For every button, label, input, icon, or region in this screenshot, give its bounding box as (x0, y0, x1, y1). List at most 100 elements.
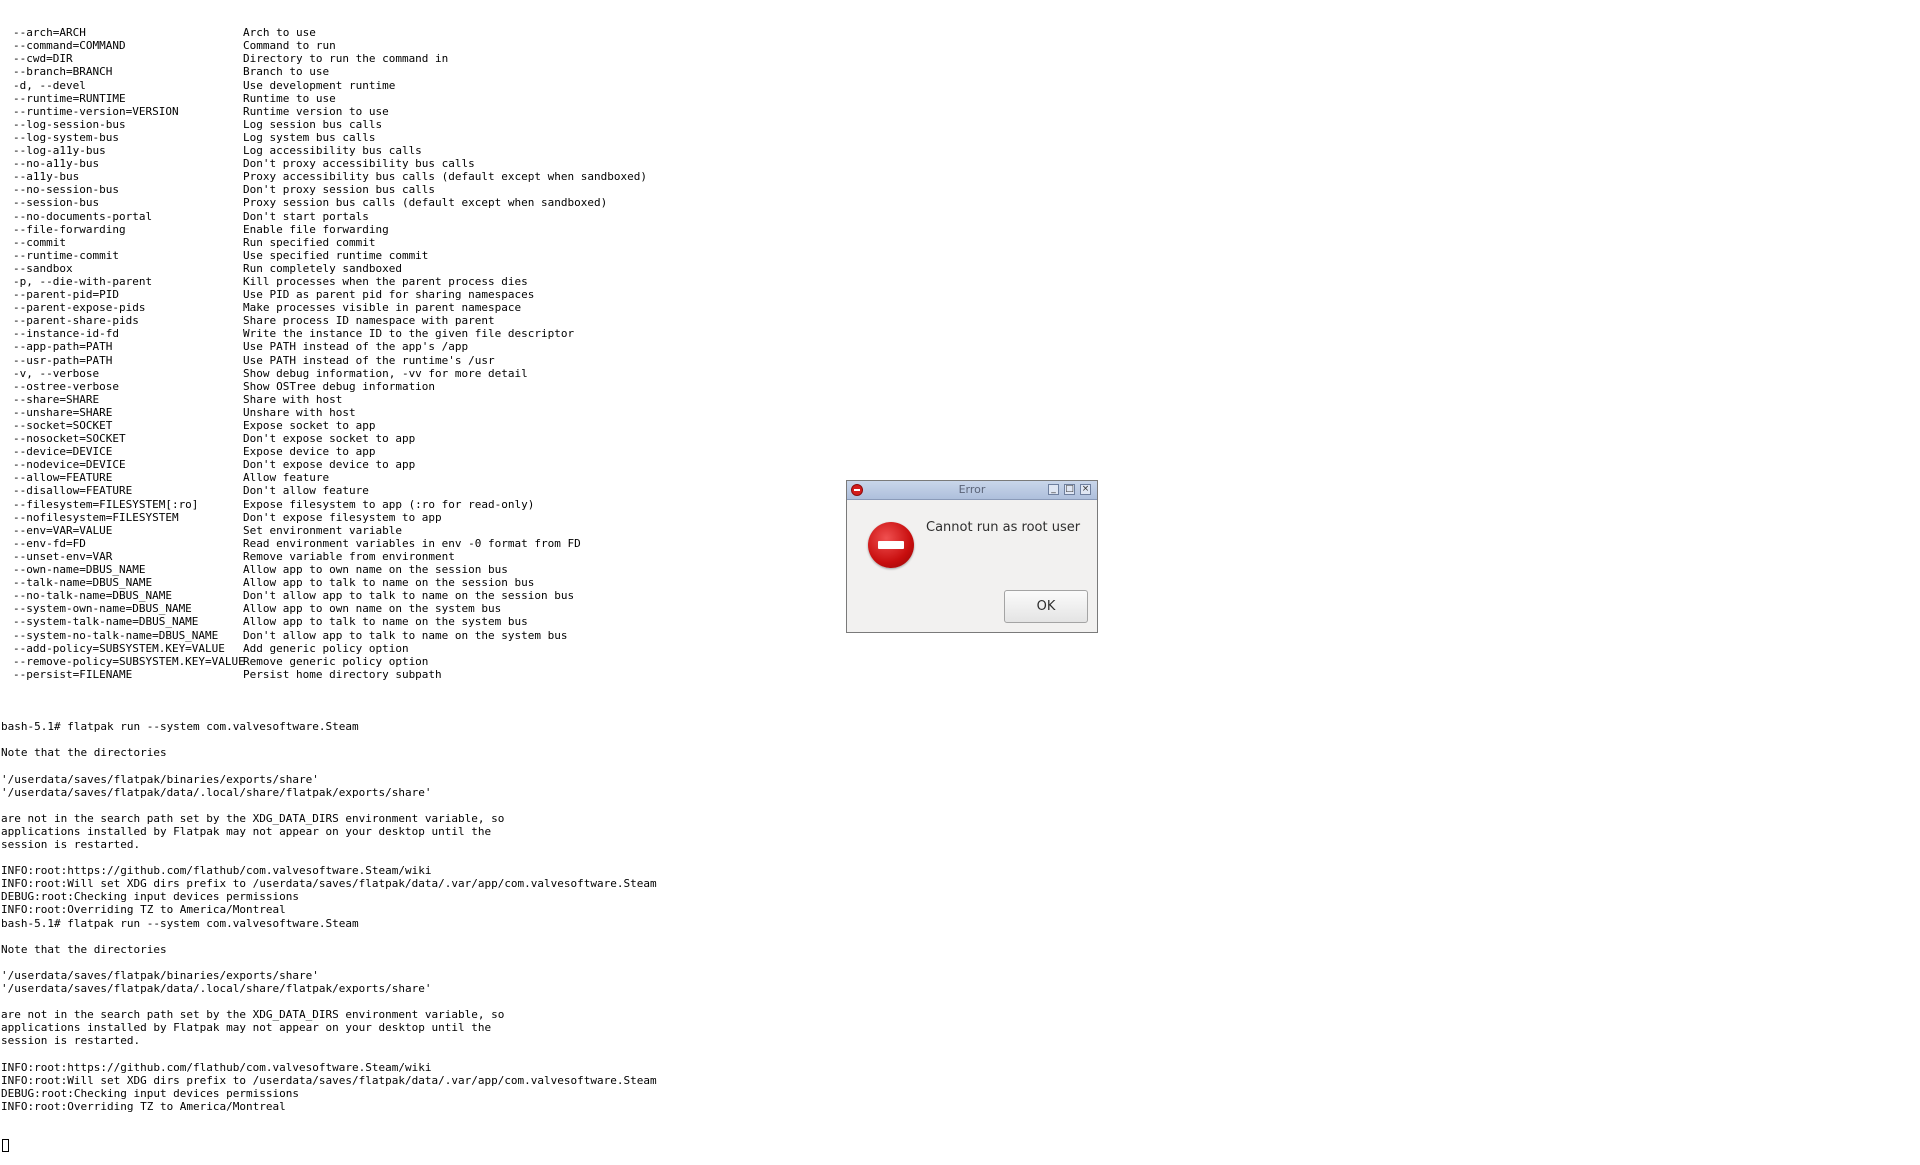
option-row: -v, --verbose Show debug information, -vv… (0, 367, 1920, 380)
option-description: Make processes visible in parent namespa… (243, 301, 522, 315)
output-line: INFO:root:https://github.com/flathub/com… (1, 864, 432, 878)
option-row: --no-a11y-bus Don't proxy accessibility b… (0, 157, 1920, 170)
option-flag: --no-session-bus (13, 183, 119, 197)
option-description: Persist home directory subpath (243, 667, 442, 681)
option-row: --nodevice=DEVICE Don't expose device to … (0, 458, 1920, 471)
option-row: --runtime-version=VERSION Runtime version… (0, 105, 1920, 118)
option-flag: --arch=ARCH (13, 26, 86, 40)
terminal-output: bash-5.1# flatpak run --system com.valve… (0, 707, 1920, 1113)
option-row: --persist=FILENAME Persist home directory… (0, 668, 1920, 681)
option-flag: --env=VAR=VALUE (13, 523, 113, 537)
option-flag: --cwd=DIR (13, 52, 73, 66)
option-description: Expose filesystem to app (:ro for read-o… (243, 497, 535, 511)
option-flag: --no-documents-portal (13, 209, 153, 223)
option-description: Proxy session bus calls (default except … (243, 196, 608, 210)
option-flag: --runtime-version=VERSION (13, 104, 179, 118)
output-line: INFO:root:Will set XDG dirs prefix to /u… (1, 877, 657, 891)
option-row: --a11y-bus Proxy accessibility bus calls … (0, 170, 1920, 183)
option-row: --app-path=PATH Use PATH instead of the a… (0, 340, 1920, 353)
option-flag: --share=SHARE (13, 392, 100, 406)
option-description: Log system bus calls (243, 130, 376, 144)
output-line: are not in the search path set by the XD… (1, 811, 505, 825)
option-description: Run specified commit (243, 235, 376, 249)
option-row: --session-bus Proxy session bus calls (de… (0, 196, 1920, 209)
option-description: Use development runtime (243, 78, 396, 92)
option-description: Use specified runtime commit (243, 248, 429, 262)
option-row: --commit Run specified commit (0, 236, 1920, 249)
option-flag: --unshare=SHARE (13, 405, 113, 419)
option-flag: --system-talk-name=DBUS_NAME (13, 615, 199, 629)
output-line: are not in the search path set by the XD… (1, 1008, 505, 1022)
option-description: Use PATH instead of the app's /app (243, 340, 469, 354)
option-flag: --command=COMMAND (13, 39, 126, 53)
option-description: Don't expose socket to app (243, 432, 416, 446)
option-row: --parent-expose-pids Make processes visib… (0, 301, 1920, 314)
option-description: Log accessibility bus calls (243, 144, 422, 158)
option-row: --no-session-bus Don't proxy session bus … (0, 183, 1920, 196)
option-flag: --log-session-bus (13, 117, 126, 131)
output-line: bash-5.1# flatpak run --system com.valve… (1, 916, 359, 930)
option-description: Proxy accessibility bus calls (default e… (243, 170, 647, 184)
option-row: --parent-share-pids Share process ID name… (0, 314, 1920, 327)
minimize-button[interactable]: _ (1048, 484, 1059, 495)
option-description: Set environment variable (243, 523, 402, 537)
option-description: Don't expose device to app (243, 458, 416, 472)
option-flag: --commit (13, 235, 66, 249)
option-flag: --nosocket=SOCKET (13, 432, 126, 446)
option-description: Don't start portals (243, 209, 369, 223)
option-description: Allow app to talk to name on the session… (243, 576, 535, 590)
option-description: Directory to run the command in (243, 52, 449, 66)
output-line: session is restarted. (1, 1034, 141, 1048)
option-flag: --sandbox (13, 261, 73, 275)
option-flag: --log-system-bus (13, 130, 119, 144)
option-row: --unshare=SHARE Unshare with host (0, 406, 1920, 419)
option-flag: --usr-path=PATH (13, 353, 113, 367)
dialog-titlebar[interactable]: Error _ □ × (847, 481, 1097, 500)
option-flag: --persist=FILENAME (13, 667, 133, 681)
output-line: applications installed by Flatpak may no… (1, 1021, 492, 1035)
option-row: --log-session-bus Log session bus calls (0, 118, 1920, 131)
option-flag: --allow=FEATURE (13, 471, 113, 485)
option-flag: --own-name=DBUS_NAME (13, 563, 146, 577)
option-description: Don't allow app to talk to name on the s… (243, 628, 568, 642)
terminal-cursor (2, 1139, 9, 1153)
option-description: Show OSTree debug information (243, 379, 436, 393)
option-row: --log-a11y-bus Log accessibility bus call… (0, 144, 1920, 157)
output-line: INFO:root:Overriding TZ to America/Montr… (1, 1099, 286, 1113)
option-description: Show debug information, -vv for more det… (243, 366, 528, 380)
ok-button[interactable]: OK (1004, 590, 1088, 623)
maximize-button[interactable]: □ (1064, 484, 1075, 495)
option-row: --cwd=DIR Directory to run the command in (0, 52, 1920, 65)
option-row: --runtime=RUNTIME Runtime to use (0, 92, 1920, 105)
option-row: --device=DEVICE Expose device to app (0, 445, 1920, 458)
option-row: --ostree-verbose Show OSTree debug inform… (0, 380, 1920, 393)
option-description: Share process ID namespace with parent (243, 314, 495, 328)
option-description: Use PATH instead of the runtime's /usr (243, 353, 495, 367)
option-flag: -p, --die-with-parent (13, 274, 153, 288)
option-flag: --app-path=PATH (13, 340, 113, 354)
option-row: --command=COMMAND Command to run (0, 39, 1920, 52)
option-description: Remove generic policy option (243, 654, 429, 668)
option-description: Runtime to use (243, 91, 336, 105)
error-dialog: Error _ □ × Cannot run as root user OK (846, 480, 1098, 633)
option-row: --usr-path=PATH Use PATH instead of the r… (0, 354, 1920, 367)
option-description: Expose socket to app (243, 419, 376, 432)
dialog-title: Error (958, 483, 986, 496)
close-button[interactable]: × (1080, 484, 1091, 495)
prompt-line[interactable] (0, 1139, 1920, 1153)
option-row: --instance-id-fd Write the instance ID to… (0, 327, 1920, 340)
option-flag: --parent-pid=PID (13, 288, 119, 302)
option-description: Kill processes when the parent process d… (243, 274, 528, 288)
option-row: --no-documents-portal Don't start portals (0, 210, 1920, 223)
output-line: DEBUG:root:Checking input devices permis… (1, 1086, 300, 1100)
option-flag: --ostree-verbose (13, 379, 119, 393)
option-description: Remove variable from environment (243, 549, 455, 563)
option-description: Allow app to own name on the system bus (243, 602, 502, 616)
